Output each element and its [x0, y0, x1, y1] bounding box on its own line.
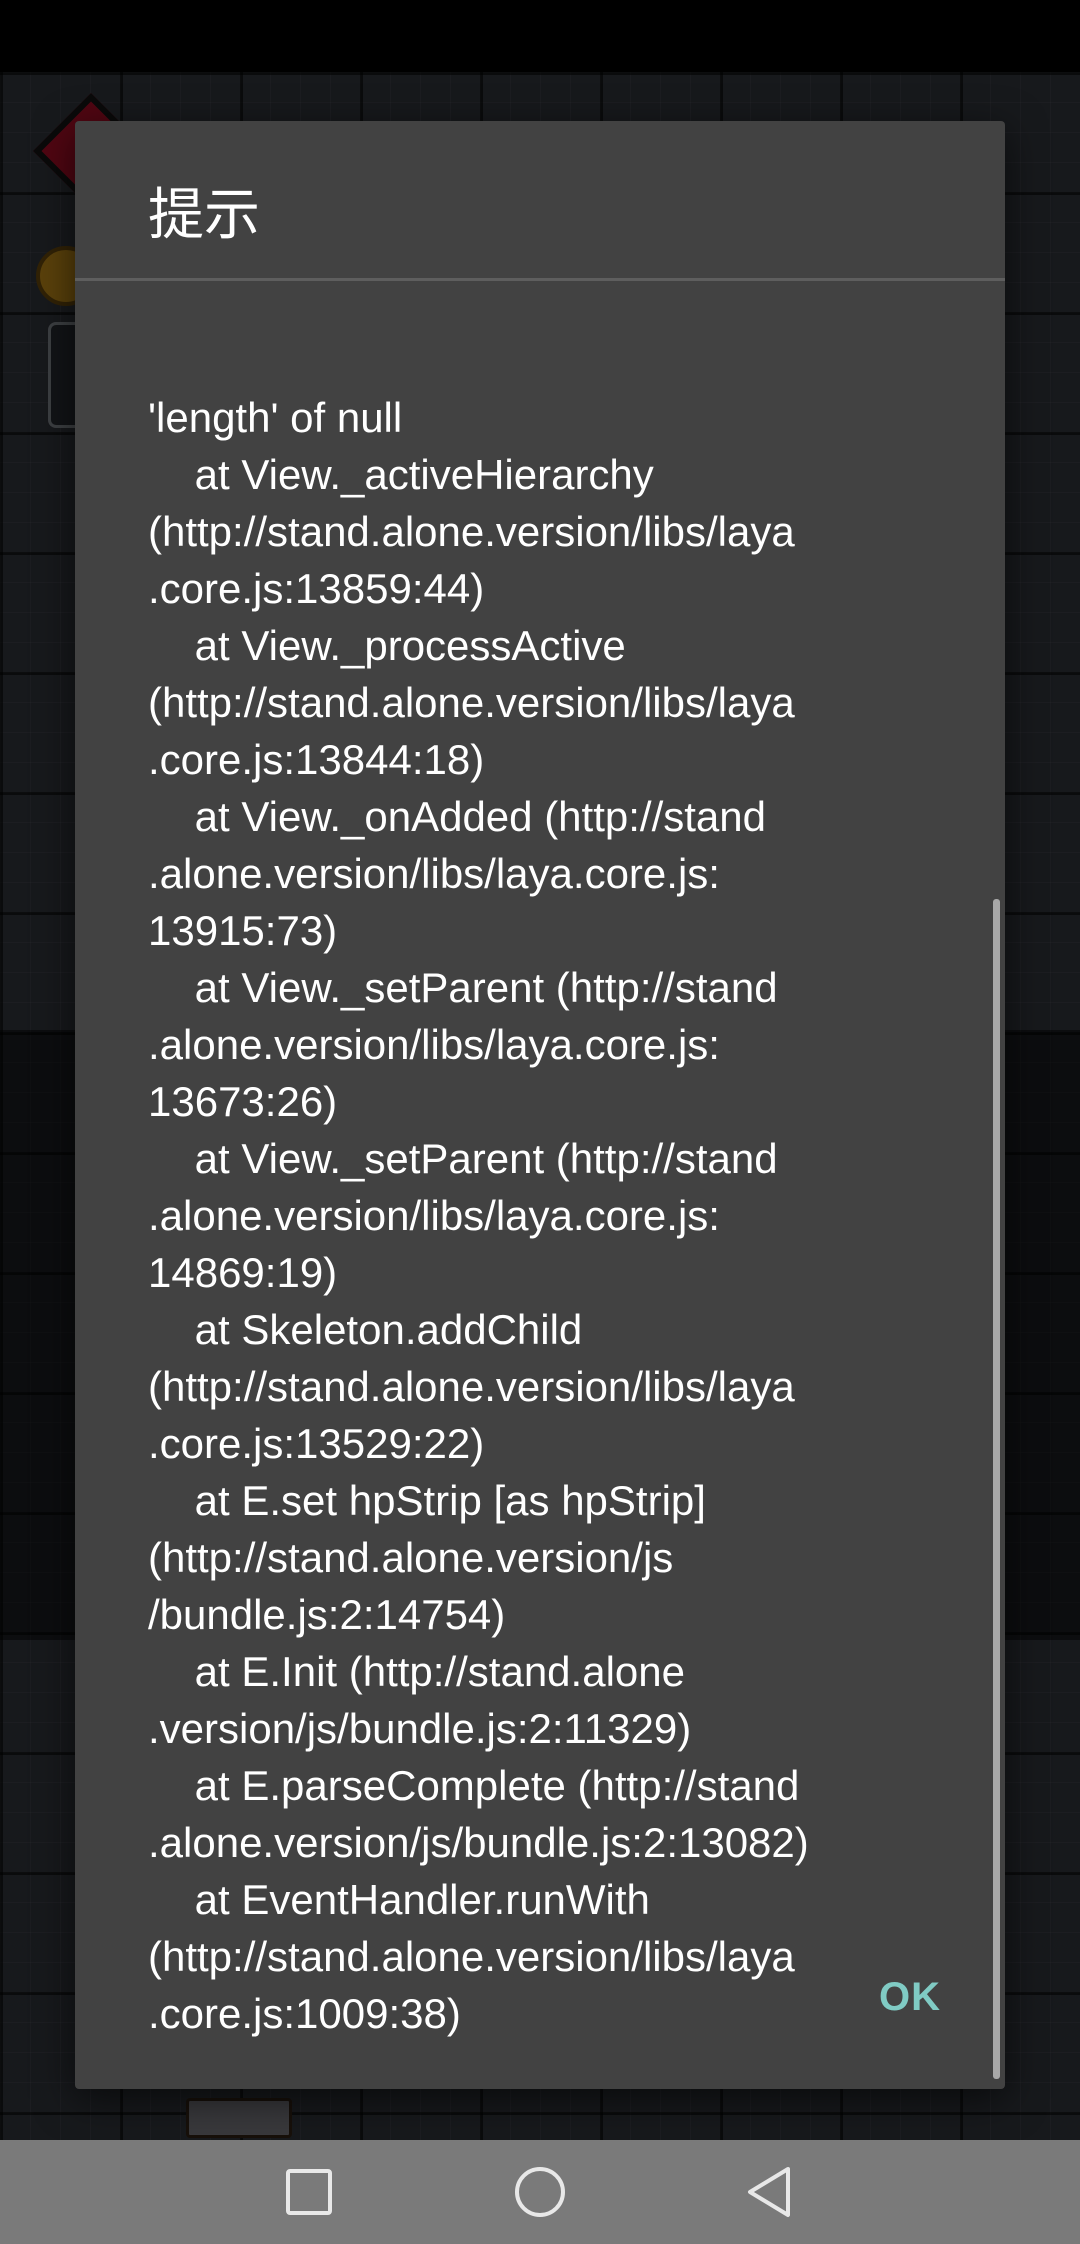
status-bar — [0, 0, 1080, 72]
dialog-message-line: .core.js:13859:44) — [148, 565, 485, 612]
dialog-message-line: at EventHandler.runWith — [148, 1876, 650, 1923]
dialog-message-line: (http://stand.alone.version/libs/laya — [148, 1363, 795, 1410]
dialog-message-line: at View._processActive — [148, 622, 626, 669]
dialog-message-line: at View._setParent (http://stand — [148, 964, 778, 1011]
dialog-message-line: (http://stand.alone.version/libs/laya — [148, 679, 795, 726]
square-icon — [286, 2169, 332, 2215]
back-button[interactable] — [679, 2140, 859, 2244]
dialog-message-line: at E.parseComplete (http://stand — [148, 1762, 800, 1809]
dialog-message-line: at Skeleton.addChild — [148, 1306, 583, 1353]
dialog-title: 提示 — [148, 183, 260, 248]
circle-icon — [515, 2167, 565, 2217]
navigation-bar — [0, 2140, 1080, 2244]
dialog-message-line: .version/js/bundle.js:2:11329) — [148, 1705, 692, 1752]
dialog-message-line: (http://stand.alone.version/js — [148, 1534, 674, 1581]
recents-button[interactable] — [219, 2140, 399, 2244]
dialog-message-line: 'length' of null — [148, 394, 403, 441]
dialog-message-line: 13915:73) — [148, 907, 338, 954]
dialog-message-line: at E.Init (http://stand.alone — [148, 1648, 685, 1695]
dialog-message-line: at View._setParent (http://stand — [148, 1135, 778, 1182]
dialog-message: 'length' of null at View._activeHierarch… — [148, 389, 998, 2042]
dialog-message-line: .core.js:13844:18) — [148, 736, 485, 783]
dialog-message-line: at E.set hpStrip [as hpStrip] — [148, 1477, 706, 1524]
dialog-actions: OK — [75, 1941, 1005, 2089]
dialog-message-line: .alone.version/js/bundle.js:2:13082) — [148, 1819, 809, 1866]
alert-dialog: 提示 'length' of null at View._activeHiera… — [75, 121, 1005, 2089]
dialog-message-line: .alone.version/libs/laya.core.js: — [148, 1021, 720, 1068]
dialog-message-line: (http://stand.alone.version/libs/laya — [148, 508, 795, 555]
dialog-message-line: at View._onAdded (http://stand — [148, 793, 766, 840]
dialog-message-line: at View._activeHierarchy — [148, 451, 654, 498]
dialog-message-line: 13673:26) — [148, 1078, 338, 1125]
dialog-message-line: /bundle.js:2:14754) — [148, 1591, 506, 1638]
dialog-message-scroll-area[interactable]: 'length' of null at View._activeHierarch… — [75, 281, 1005, 2081]
dialog-scrollbar[interactable] — [993, 899, 1000, 2079]
triangle-back-icon — [748, 2167, 790, 2217]
dialog-message-line: .alone.version/libs/laya.core.js: — [148, 850, 720, 897]
phone-screen: 提示 'length' of null at View._activeHiera… — [0, 0, 1080, 2244]
dialog-message-line: .alone.version/libs/laya.core.js: — [148, 1192, 720, 1239]
ok-button[interactable]: OK — [879, 1975, 941, 2020]
dialog-message-line: 14869:19) — [148, 1249, 338, 1296]
dialog-message-line: .core.js:13529:22) — [148, 1420, 485, 1467]
home-button[interactable] — [450, 2140, 630, 2244]
